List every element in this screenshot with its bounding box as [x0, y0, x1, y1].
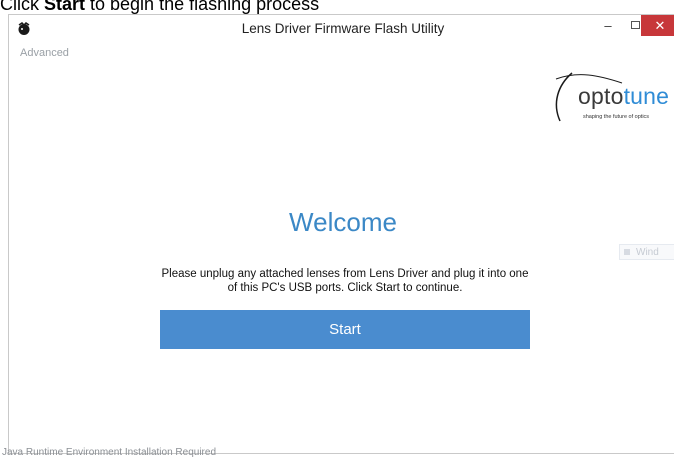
- background-window-label: Wind: [636, 246, 659, 258]
- client-area: Advanced optotune shaping the future of …: [2, 43, 674, 458]
- status-text: Java Runtime Environment Installation Re…: [2, 447, 216, 458]
- caption-bold: Start: [44, 0, 86, 14]
- logo-wordmark: optotune: [578, 83, 669, 110]
- app-window: Lens Driver Firmware Flash Utility – ✕ A…: [2, 14, 674, 458]
- close-icon: ✕: [654, 17, 666, 33]
- start-button[interactable]: Start: [160, 310, 530, 349]
- advanced-link[interactable]: Advanced: [20, 47, 69, 59]
- window-icon: [624, 249, 630, 255]
- caption-suffix: to begin the flashing process: [85, 0, 320, 14]
- logo-tagline: shaping the future of optics: [583, 114, 650, 120]
- logo-tune: tune: [623, 83, 670, 109]
- caption-prefix: Click: [0, 0, 44, 14]
- title-bar[interactable]: Lens Driver Firmware Flash Utility – ✕: [9, 15, 674, 43]
- maximize-icon: [630, 21, 640, 29]
- instruction-caption: Click Start to begin the flashing proces…: [0, 0, 319, 14]
- instruction-message: Please unplug any attached lenses from L…: [161, 268, 529, 294]
- background-window-button[interactable]: Wind: [619, 244, 674, 260]
- window-title: Lens Driver Firmware Flash Utility: [241, 21, 445, 36]
- minimize-icon: –: [604, 17, 612, 33]
- optotune-logo: optotune shaping the future of optics: [538, 63, 674, 133]
- minimize-button[interactable]: –: [594, 15, 622, 35]
- welcome-heading: Welcome: [289, 207, 397, 237]
- logo-opto: opto: [578, 83, 624, 109]
- close-button[interactable]: ✕: [641, 15, 674, 36]
